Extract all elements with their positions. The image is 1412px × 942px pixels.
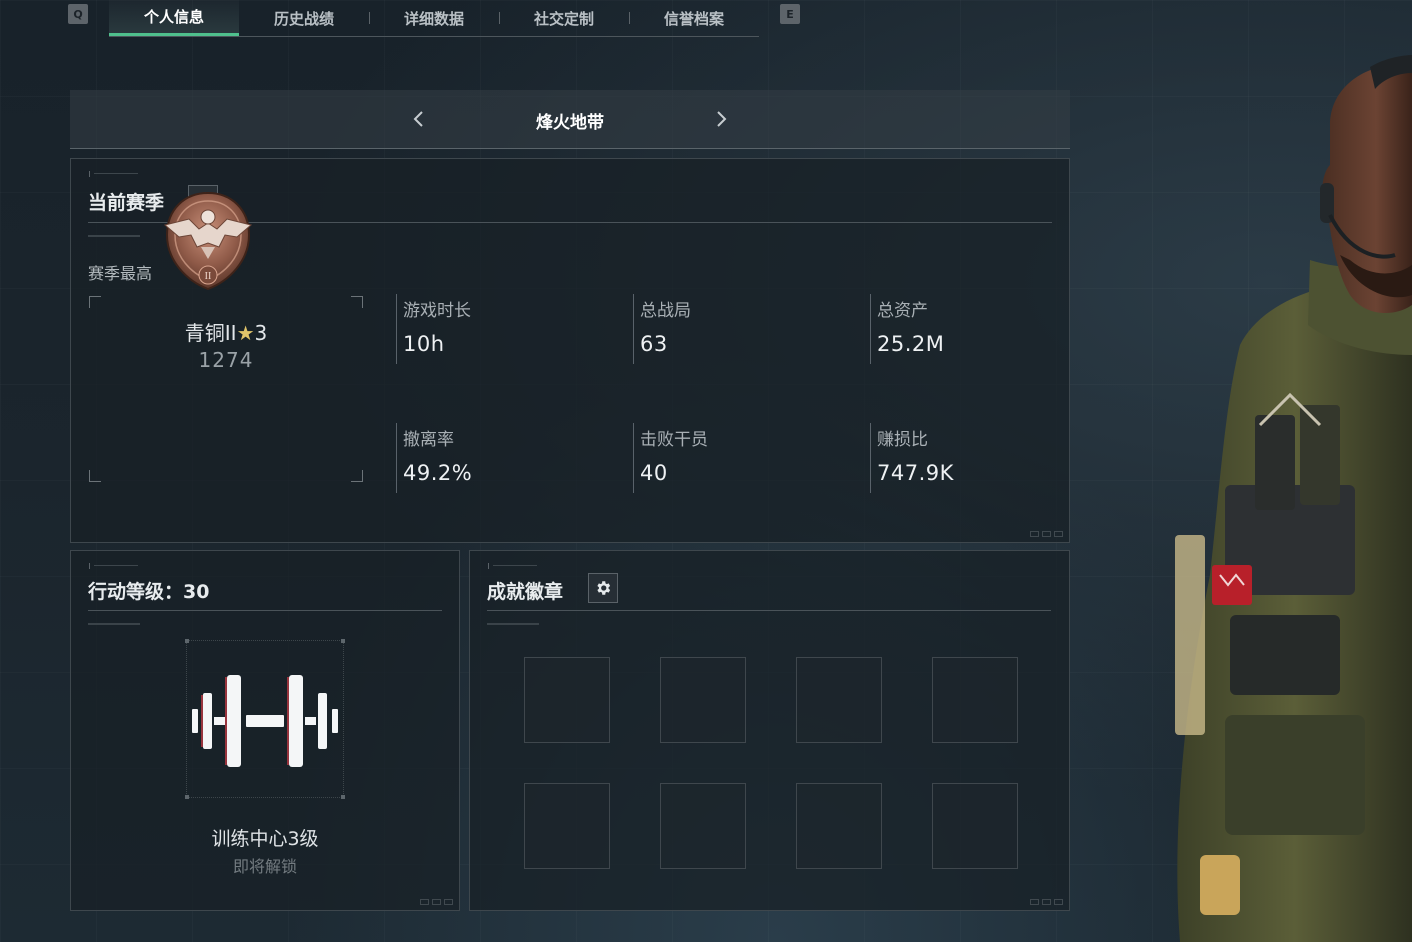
stat-total-matches: 总战局 63 [633, 294, 853, 364]
tab-social-customization[interactable]: 社交定制 [499, 0, 629, 36]
achievement-slot[interactable] [796, 657, 882, 743]
operation-level-panel: 行动等级：30 训练中心3级 即将解锁 [70, 550, 460, 911]
achievement-slot[interactable] [796, 783, 882, 869]
stat-value: 49.2% [403, 461, 473, 485]
corner-decoration [1030, 899, 1063, 905]
section-divider [487, 610, 1051, 611]
chevron-right-icon[interactable] [711, 108, 733, 130]
achievement-slot[interactable] [660, 657, 746, 743]
tab-detailed-data[interactable]: 详细数据 [369, 0, 499, 36]
section-sub-divider [88, 235, 140, 237]
stat-value: 40 [640, 461, 668, 485]
achievement-badges-panel: 成就徽章 [469, 550, 1070, 911]
panel-tag-decoration [488, 563, 540, 569]
achievement-slot[interactable] [524, 657, 610, 743]
chevron-left-icon[interactable] [407, 108, 429, 130]
stat-label: 击败干员 [640, 430, 708, 450]
stat-label: 总战局 [640, 301, 691, 321]
current-season-panel: 当前赛季 赛季最高 II 青铜II★3 1274 游戏时长 10h 总战局 63… [70, 158, 1070, 543]
next-tab-key-hint[interactable]: E [780, 4, 800, 24]
rank-name-line: 青铜II★3 [71, 317, 381, 346]
corner-decoration [1030, 531, 1063, 537]
stat-play-time: 游戏时长 10h [396, 294, 616, 364]
stat-value: 63 [640, 332, 668, 356]
dumbbell-icon [192, 675, 338, 767]
level-title: 行动等级：30 [88, 581, 210, 603]
level-caption: 训练中心3级 [211, 828, 319, 850]
stat-value: 10h [403, 332, 445, 356]
rank-stars: 3 [254, 321, 268, 345]
achievement-slot[interactable] [932, 657, 1018, 743]
tab-reputation-record[interactable]: 信誉档案 [629, 0, 759, 36]
panel-tag-decoration [89, 563, 141, 569]
stat-operators-defeated: 击败干员 40 [633, 423, 853, 493]
corner-decoration [420, 899, 453, 905]
gear-icon[interactable] [588, 573, 618, 603]
rank-name: 青铜II [184, 321, 237, 345]
tab-match-history[interactable]: 历史战绩 [239, 0, 369, 36]
bronze-eagle-rank-badge-icon: II [163, 191, 253, 291]
panel-tag-decoration [89, 171, 141, 177]
season-title: 当前赛季 [88, 192, 165, 214]
stat-total-assets: 总资产 25.2M [870, 294, 1090, 364]
stat-value: 25.2M [877, 332, 945, 356]
stat-profit-loss-ratio: 赚损比 747.9K [870, 423, 1090, 493]
achievements-title: 成就徽章 [487, 581, 564, 603]
prev-tab-key-hint[interactable]: Q [68, 4, 88, 24]
star-icon: ★ [236, 321, 255, 345]
stat-label: 总资产 [877, 301, 928, 321]
mode-selector: 烽火地带 [70, 90, 1070, 149]
stat-value: 747.9K [877, 461, 954, 485]
stat-extraction-rate: 撤离率 49.2% [396, 423, 616, 493]
achievement-slot[interactable] [932, 783, 1018, 869]
achievement-slot[interactable] [524, 783, 610, 869]
achievement-slot[interactable] [660, 783, 746, 869]
stat-label: 撤离率 [403, 430, 454, 450]
section-sub-divider [487, 623, 539, 625]
operator-character [1175, 55, 1412, 942]
top-tab-bar: 个人信息 历史战绩 详细数据 社交定制 信誉档案 [109, 0, 759, 37]
season-best-label: 赛季最高 [88, 264, 153, 283]
level-status: 即将解锁 [232, 857, 297, 876]
tab-personal-info[interactable]: 个人信息 [109, 0, 239, 36]
stat-label: 游戏时长 [403, 301, 471, 321]
mode-title: 烽火地带 [536, 113, 604, 133]
section-sub-divider [88, 623, 140, 625]
section-divider [88, 610, 442, 611]
rank-score: 1274 [198, 348, 254, 372]
stat-label: 赚损比 [877, 430, 928, 450]
rank-badge-numeral: II [205, 271, 212, 282]
